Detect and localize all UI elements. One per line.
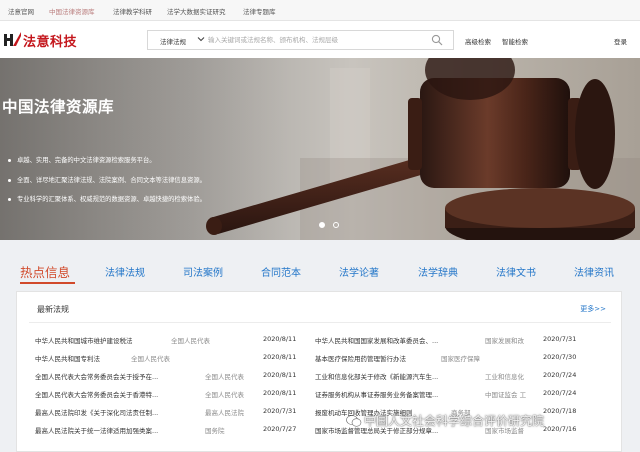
smart-search-link[interactable]: 智能检索 xyxy=(502,36,528,46)
hero-title: 中国法律资源库 xyxy=(2,98,115,116)
login-link[interactable]: 登录 xyxy=(614,36,627,46)
list-item[interactable]: 中华人民共和国国家发展和改革委员会、... 国家发展和改 2020/7/31 xyxy=(315,335,605,347)
watermark: 中国人文社会科学综合评价研究院 xyxy=(364,414,545,428)
search-category-select[interactable]: 法律法规 xyxy=(160,36,186,46)
top-nav-item-legal-resource-db[interactable]: 中国法律资源库 xyxy=(49,6,95,16)
logo-text[interactable]: 法意科技 xyxy=(23,31,77,50)
top-nav-item-big-data-research[interactable]: 法学大数据实证研究 xyxy=(167,6,226,16)
top-nav-item-special-topics[interactable]: 法律专题库 xyxy=(243,6,276,16)
gavel-illustration xyxy=(0,58,640,240)
search-icon[interactable] xyxy=(431,34,443,46)
top-nav: 法意官网 中国法律资源库 法律教学科研 法学大数据实证研究 法律专题库 xyxy=(0,0,640,21)
tab-treatises[interactable]: 法学论著 xyxy=(339,264,379,279)
more-link[interactable]: 更多>> xyxy=(580,304,606,314)
top-nav-item-official-site[interactable]: 法意官网 xyxy=(8,6,34,16)
wechat-icon xyxy=(346,415,362,427)
list-item[interactable]: 工业和信息化部关于修改《新能源汽车生... 工业和信息化 2020/7/24 xyxy=(315,371,605,383)
bullet-dot-icon xyxy=(8,178,11,182)
divider xyxy=(29,322,611,323)
tab-dictionary[interactable]: 法学辞典 xyxy=(418,264,458,279)
bullet-dot-icon xyxy=(8,158,11,162)
category-tabs: 热点信息 法律法规 司法案例 合同范本 法学论著 法学辞典 法律文书 法律资讯 xyxy=(0,240,640,288)
list-item[interactable]: 证券服务机构从事证券服务业务备案管理... 中国证监会 工 2020/7/24 xyxy=(315,389,605,401)
header: 法意科技 法律法规 高级检索 智能检索 登录 xyxy=(0,21,640,58)
search-bar: 法律法规 xyxy=(147,30,454,50)
hero-banner: 中国法律资源库 卓越、实用、完备的中文法律资源检索服务平台。 全面、详尽地汇聚法… xyxy=(0,58,640,240)
bullet-dot-icon xyxy=(8,197,11,201)
active-tab-underline xyxy=(20,282,75,284)
list-item[interactable]: 全国人民代表大会常务委员会关于授予在... 全国人民代表 2020/8/11 xyxy=(35,371,315,383)
page: 法意官网 中国法律资源库 法律教学科研 法学大数据实证研究 法律专题库 法意科技… xyxy=(0,0,640,452)
tab-news[interactable]: 法律资讯 xyxy=(574,264,614,279)
top-nav-item-teaching-research[interactable]: 法律教学科研 xyxy=(113,6,152,16)
list-item[interactable]: 最高人民法院关于统一法律适用加强类案... 国务院 2020/7/27 xyxy=(35,425,315,437)
list-item[interactable]: 全国人民代表大会常务委员会关于香港特... 全国人民代表 2020/8/11 xyxy=(35,389,315,401)
tab-hot-info[interactable]: 热点信息 xyxy=(20,262,70,281)
hero-bullet: 全面、详尽地汇聚法律法规、法院案例、合同文本等法律信息资源。 xyxy=(8,175,206,184)
hero-bullet: 专业科学的汇聚体系、权威规范的数据资源、卓越快捷的检索体验。 xyxy=(8,194,206,203)
list-item[interactable]: 最高人民法院印发《关于深化司法责任制... 最高人民法院 2020/7/31 xyxy=(35,407,315,419)
tab-laws[interactable]: 法律法规 xyxy=(105,264,145,279)
tab-documents[interactable]: 法律文书 xyxy=(496,264,536,279)
list-item[interactable]: 中华人民共和国城市维护建设税法 全国人民代表 2020/8/11 xyxy=(35,335,315,347)
advanced-search-link[interactable]: 高级检索 xyxy=(465,36,491,46)
search-input[interactable] xyxy=(208,32,428,48)
logo-icon[interactable] xyxy=(4,31,21,48)
list-item[interactable]: 中华人民共和国专利法 全国人民代表 2020/8/11 xyxy=(35,353,315,365)
carousel-dot-1[interactable] xyxy=(319,222,325,228)
panel-title: 最新法规 xyxy=(37,305,69,314)
chevron-down-icon[interactable] xyxy=(196,34,206,44)
carousel-dot-2[interactable] xyxy=(333,222,339,228)
tab-cases[interactable]: 司法案例 xyxy=(183,264,223,279)
hero-bullet: 卓越、实用、完备的中文法律资源检索服务平台。 xyxy=(8,155,156,164)
tab-contracts[interactable]: 合同范本 xyxy=(261,264,301,279)
list-item[interactable]: 基本医疗保险用药管理暂行办法 国家医疗保障 2020/7/30 xyxy=(315,353,605,365)
